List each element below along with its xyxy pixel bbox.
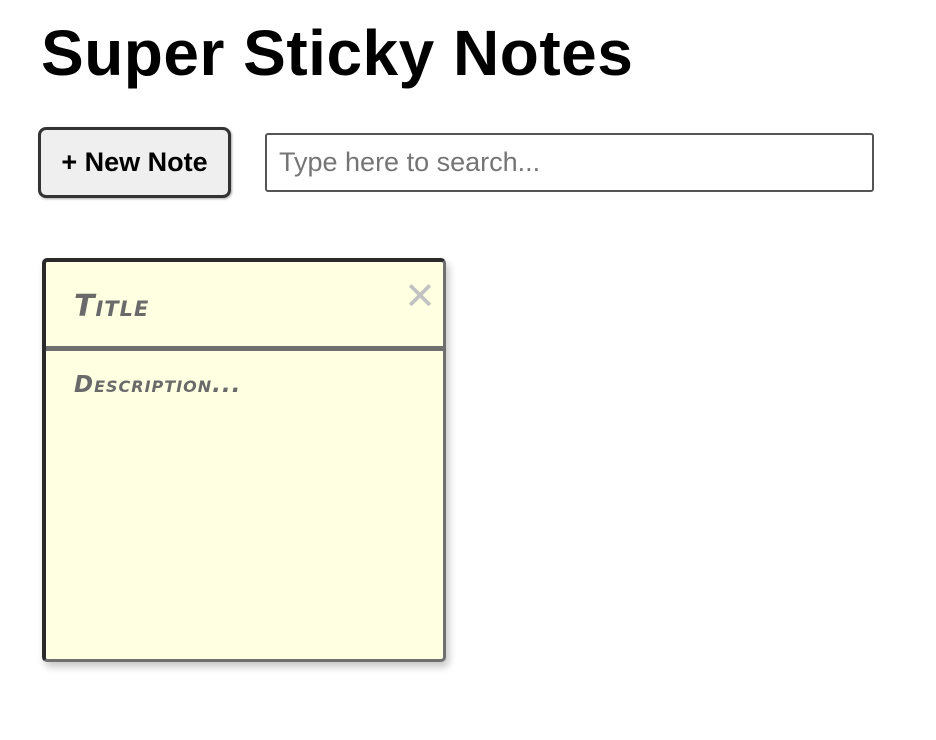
close-icon[interactable]: ✕ — [403, 274, 437, 318]
note-title-input[interactable] — [74, 284, 374, 328]
page-title: Super Sticky Notes — [41, 17, 634, 89]
note-header: ✕ — [46, 262, 443, 351]
new-note-button[interactable]: + New Note — [38, 127, 231, 198]
note-description-input[interactable] — [74, 372, 419, 642]
search-input[interactable] — [265, 133, 874, 192]
app-root: Super Sticky Notes + New Note ✕ — [0, 0, 936, 740]
sticky-note: ✕ — [42, 258, 446, 662]
